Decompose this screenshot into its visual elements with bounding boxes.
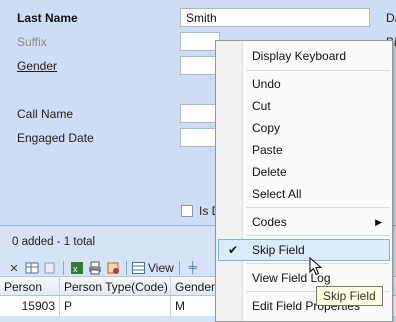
toolbar-divider xyxy=(126,261,127,275)
column-header-person[interactable]: Person xyxy=(0,277,60,295)
grid-status-text: 0 added - 1 total xyxy=(12,236,96,248)
menu-separator xyxy=(246,207,390,208)
cell-person: 15903 xyxy=(0,296,60,316)
suffix-label: Suffix xyxy=(17,35,47,49)
gender-field[interactable] xyxy=(180,56,220,75)
is-deceased-checkbox[interactable] xyxy=(181,205,193,217)
menu-item-label: Undo xyxy=(252,77,281,91)
call-name-field[interactable] xyxy=(180,104,220,123)
view-button[interactable]: View xyxy=(132,261,174,275)
suffix-field[interactable] xyxy=(180,32,220,51)
toolbar-divider xyxy=(63,261,64,275)
menu-item-label: Cut xyxy=(252,99,271,113)
menu-item-label: Codes xyxy=(252,215,287,229)
menu-item-label: Delete xyxy=(252,165,287,179)
menu-separator xyxy=(246,235,390,236)
copy-record-icon[interactable] xyxy=(42,260,58,276)
engaged-date-label: Engaged Date xyxy=(17,131,94,145)
excel-export-icon[interactable]: x xyxy=(69,260,85,276)
engaged-date-field[interactable] xyxy=(180,128,220,147)
call-name-label: Call Name xyxy=(17,107,74,121)
menu-item-skip-field[interactable]: ✔ Skip Field xyxy=(218,239,390,261)
menu-item-delete[interactable]: Delete xyxy=(218,161,390,183)
svg-text:x: x xyxy=(73,264,78,274)
submenu-arrow-icon: ▶ xyxy=(375,217,382,227)
field-context-menu: Display Keyboard Undo Cut Copy Paste Del… xyxy=(215,40,393,322)
menu-item-label: Skip Field xyxy=(252,243,305,257)
last-name-field[interactable]: Smith xyxy=(180,8,370,27)
date-label-cut: Da xyxy=(386,11,396,25)
report-icon[interactable] xyxy=(105,260,121,276)
menu-separator xyxy=(246,70,390,71)
delete-icon[interactable]: ✕ xyxy=(6,260,22,276)
toolbar-divider xyxy=(178,261,180,275)
view-grid-icon xyxy=(132,262,145,274)
column-header-person-type[interactable]: Person Type(Code) xyxy=(60,277,171,295)
menu-item-paste[interactable]: Paste xyxy=(218,139,390,161)
checkmark-icon: ✔ xyxy=(228,243,239,257)
menu-item-codes[interactable]: Codes ▶ xyxy=(218,211,390,233)
menu-item-cut[interactable]: Cut xyxy=(218,95,390,117)
menu-item-label: Copy xyxy=(252,121,281,135)
columns-icon[interactable]: ╪ xyxy=(185,260,201,276)
menu-item-select-all[interactable]: Select All xyxy=(218,183,390,205)
grid-edit-icon[interactable] xyxy=(24,260,40,276)
gender-label: Gender xyxy=(17,59,58,73)
menu-item-copy[interactable]: Copy xyxy=(218,117,390,139)
menu-item-undo[interactable]: Undo xyxy=(218,73,390,95)
skip-field-tooltip: Skip Field xyxy=(316,286,383,306)
menu-item-label: Paste xyxy=(252,143,283,157)
mouse-pointer-icon xyxy=(309,257,323,276)
view-button-label: View xyxy=(148,261,174,275)
menu-item-label: Display Keyboard xyxy=(252,49,347,63)
last-name-label: Last Name xyxy=(17,11,78,25)
menu-item-display-keyboard[interactable]: Display Keyboard xyxy=(218,45,390,67)
cell-person-type: P xyxy=(60,296,171,316)
menu-item-label: Select All xyxy=(252,187,302,201)
print-icon[interactable] xyxy=(87,260,103,276)
